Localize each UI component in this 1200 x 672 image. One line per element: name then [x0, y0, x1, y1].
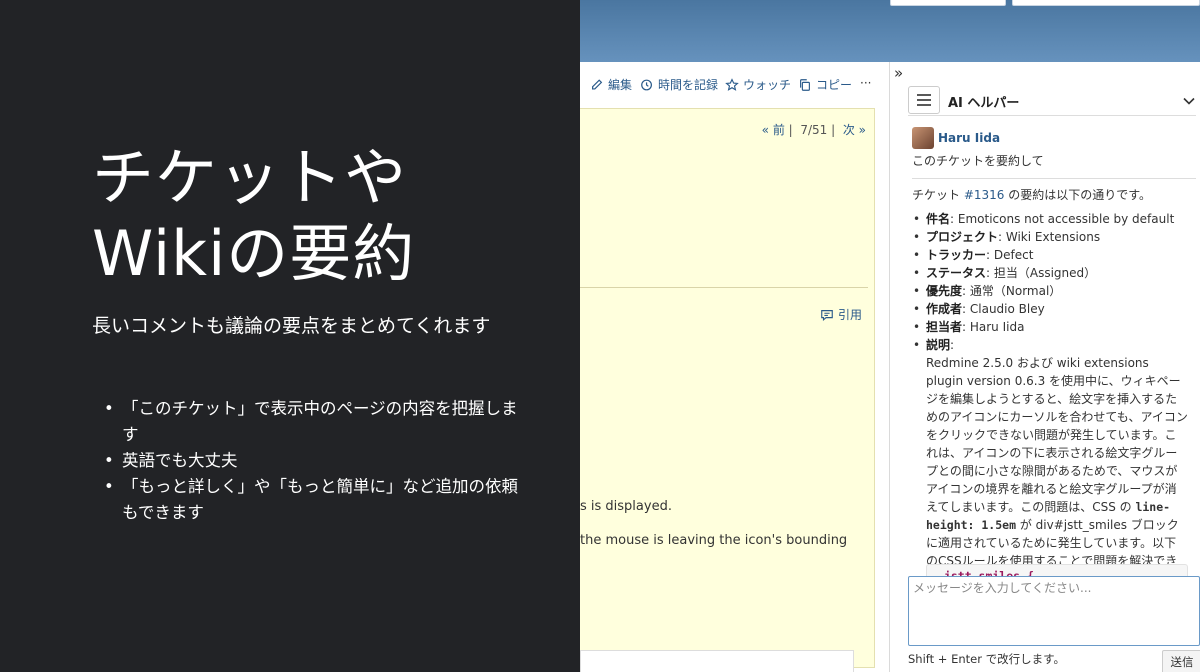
slide-title-line1: チケットや: [92, 141, 408, 214]
notes-field[interactable]: [580, 650, 854, 672]
pager-separator: |: [788, 123, 793, 137]
field-label: プロジェクト: [926, 230, 999, 244]
field-value: : Haru Iida: [962, 320, 1025, 334]
field-label: 担当者: [926, 320, 963, 334]
field-value: : Claudio Bley: [962, 302, 1045, 316]
pencil-icon: [592, 78, 603, 90]
slide-bullet: 「このチケット」で表示中のページの内容を把握します: [104, 396, 534, 448]
list-item: 優先度: 通常（Normal）: [912, 282, 1196, 300]
copy-icon: [800, 78, 810, 91]
quote-link[interactable]: 引用: [820, 306, 862, 323]
list-item: ステータス: 担当（Assigned）: [912, 264, 1196, 282]
list-item: トラッカー: Defect: [912, 246, 1196, 264]
field-label: ステータス: [926, 266, 987, 280]
slide-bullet: 英語でも大丈夫: [104, 448, 534, 474]
avatar: [912, 127, 934, 149]
log-time-link[interactable]: 時間を記録: [640, 76, 718, 93]
copy-link[interactable]: コピー: [798, 76, 852, 93]
presentation-slide: チケットや Wikiの要約 長いコメントも議論の要点をまとめてくれます 「このチ…: [0, 0, 580, 672]
project-jump-field[interactable]: [1012, 0, 1200, 6]
field-value: : Emoticons not accessible by default: [950, 212, 1175, 226]
hamburger-icon: [917, 94, 931, 106]
field-label: 説明: [926, 338, 951, 352]
ai-helper-title: AI ヘルパー: [948, 96, 1020, 111]
pager-separator: |: [831, 123, 836, 137]
ticket-link[interactable]: #1316: [964, 188, 1005, 202]
field-value: :: [950, 338, 955, 352]
description-text-line: the mouse is leaving the icon's bounding: [580, 533, 848, 548]
slide-bullet: 「もっと詳しく」や「もっと簡単に」など追加の依頼もできます: [104, 474, 534, 526]
list-item: 作成者: Claudio Bley: [912, 300, 1196, 318]
issue-details: « 前 | 7/51 | 次 » 引用 s is displayed. the …: [580, 108, 875, 668]
watch-link[interactable]: ウォッチ: [725, 76, 791, 93]
collapse-sidebar-button[interactable]: »: [894, 64, 903, 82]
star-icon: [725, 77, 739, 91]
chat-history[interactable]: Haru Iida このチケットを要約して チケット #1316 の要約は以下の…: [912, 124, 1196, 576]
edit-label: 編集: [608, 78, 633, 92]
user-name: Haru Iida: [938, 131, 1001, 145]
assistant-intro: チケット #1316 の要約は以下の通りです。: [912, 186, 1196, 204]
previous-issue-link[interactable]: « 前: [762, 123, 785, 137]
list-item: 説明:: [912, 336, 1196, 354]
send-button[interactable]: 送信: [1162, 650, 1200, 672]
field-label: 優先度: [926, 284, 963, 298]
field-label: トラッカー: [926, 248, 987, 262]
more-icon: ···: [860, 76, 872, 90]
issue-pager: « 前 | 7/51 | 次 »: [762, 121, 866, 138]
message-divider: [912, 178, 1196, 179]
app-header: ···: [580, 0, 1200, 62]
user-message-header: Haru Iida: [912, 127, 1000, 149]
slide-subtitle: 長いコメントも議論の要点をまとめてくれます: [92, 315, 491, 337]
ai-helper-sidebar: » AI ヘルパー Haru Iida このチケットを要約して チケット #13…: [889, 62, 1200, 672]
header-partial-text: ···: [856, 0, 867, 5]
header-search-field[interactable]: [890, 0, 1006, 6]
summary-list: 件名: Emoticons not accessible by default …: [912, 210, 1196, 354]
field-value: : 担当（Assigned）: [986, 266, 1097, 280]
description-summary: Redmine 2.5.0 および wiki extensions plugin…: [912, 354, 1188, 576]
slide-title-line2: Wikiの要約: [92, 217, 416, 290]
code-block: .jstt_smiles {: [926, 564, 1188, 576]
field-value: : Defect: [986, 248, 1034, 262]
intro-text: の要約は以下の通りです。: [1004, 188, 1152, 202]
field-value: : 通常（Normal）: [962, 284, 1062, 298]
next-issue-link[interactable]: 次 »: [843, 123, 866, 137]
field-label: 件名: [926, 212, 951, 226]
pager-position: 7/51: [800, 123, 828, 137]
chevron-down-icon[interactable]: [1182, 94, 1196, 108]
list-item: プロジェクト: Wiki Extensions: [912, 228, 1196, 246]
watch-label: ウォッチ: [743, 78, 792, 92]
field-label: 作成者: [926, 302, 963, 316]
clock-plus-icon: [641, 79, 652, 90]
list-item: 件名: Emoticons not accessible by default: [912, 210, 1196, 228]
intro-text: チケット: [912, 188, 964, 202]
log-time-label: 時間を記録: [658, 78, 719, 92]
user-message: このチケットを要約して: [912, 154, 1044, 168]
issue-divider: [580, 287, 868, 288]
slide-title: チケットや Wikiの要約: [92, 140, 562, 292]
list-item: 担当者: Haru Iida: [912, 318, 1196, 336]
newline-hint: Shift + Enter で改行します。: [908, 652, 1065, 666]
description-text: Redmine 2.5.0 および wiki extensions plugin…: [926, 356, 1188, 514]
copy-label: コピー: [816, 78, 853, 92]
issue-toolbar: 編集 時間を記録 ウォッチ コピー ···: [580, 62, 890, 106]
quote-label: 引用: [837, 308, 862, 322]
ai-helper-header: AI ヘルパー: [908, 86, 1196, 116]
slide-bullet-list: 「このチケット」で表示中のページの内容を把握します 英語でも大丈夫 「もっと詳し…: [104, 396, 534, 526]
menu-button[interactable]: [908, 86, 940, 114]
description-text-line: s is displayed.: [580, 499, 672, 514]
message-input[interactable]: [908, 576, 1200, 646]
more-actions-button[interactable]: ···: [860, 76, 871, 90]
field-value: : Wiki Extensions: [998, 230, 1101, 244]
speech-bubble-icon: [821, 309, 833, 321]
edit-link[interactable]: 編集: [590, 76, 632, 93]
